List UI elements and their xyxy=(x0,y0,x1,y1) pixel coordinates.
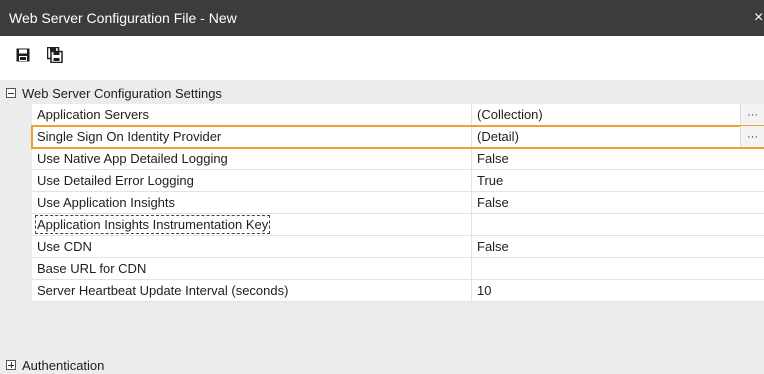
property-grid: Web Server Configuration Settings Applic… xyxy=(0,80,764,374)
ellipsis-button[interactable]: ··· xyxy=(740,126,764,147)
property-value[interactable]: (Collection) ··· xyxy=(472,104,764,125)
property-name: Single Sign On Identity Provider xyxy=(32,126,472,147)
property-row-server-heartbeat-update-interval[interactable]: Server Heartbeat Update Interval (second… xyxy=(32,280,764,302)
property-name: Use Native App Detailed Logging xyxy=(32,148,472,169)
save-icon xyxy=(16,48,30,62)
expand-icon[interactable] xyxy=(6,360,16,370)
property-row-application-servers[interactable]: Application Servers (Collection) ··· xyxy=(32,104,764,126)
save-as-icon xyxy=(47,47,63,63)
category-label: Web Server Configuration Settings xyxy=(22,85,222,101)
property-row-use-application-insights[interactable]: Use Application Insights False xyxy=(32,192,764,214)
save-as-button[interactable] xyxy=(44,44,66,66)
property-name: Use CDN xyxy=(32,236,472,257)
category-authentication[interactable]: Authentication xyxy=(0,354,764,374)
close-icon[interactable]: × xyxy=(754,9,764,27)
ellipsis-button[interactable]: ··· xyxy=(740,104,764,125)
property-row-base-url-for-cdn[interactable]: Base URL for CDN xyxy=(32,258,764,280)
property-value[interactable]: False xyxy=(472,192,764,213)
save-button[interactable] xyxy=(12,44,34,66)
window-title: Web Server Configuration File - New xyxy=(9,10,237,26)
property-value[interactable] xyxy=(472,214,764,235)
property-name: Use Application Insights xyxy=(32,192,472,213)
property-value[interactable]: (Detail) ··· xyxy=(472,126,764,147)
property-value[interactable] xyxy=(472,258,764,279)
toolbar xyxy=(0,36,764,74)
property-name: Base URL for CDN xyxy=(32,258,472,279)
property-name: Application Insights Instrumentation Key xyxy=(32,214,472,235)
property-value[interactable]: 10 xyxy=(472,280,764,301)
property-row-use-native-app-detailed-logging[interactable]: Use Native App Detailed Logging False xyxy=(32,148,764,170)
property-row-use-cdn[interactable]: Use CDN False xyxy=(32,236,764,258)
property-name: Use Detailed Error Logging xyxy=(32,170,472,191)
category-web-server-configuration-settings[interactable]: Web Server Configuration Settings xyxy=(0,82,764,104)
property-name: Application Servers xyxy=(32,104,472,125)
category-label: Authentication xyxy=(22,357,105,373)
property-row-single-sign-on-identity-provider[interactable]: Single Sign On Identity Provider (Detail… xyxy=(31,125,764,149)
property-row-use-detailed-error-logging[interactable]: Use Detailed Error Logging True xyxy=(32,170,764,192)
property-name: Server Heartbeat Update Interval (second… xyxy=(32,280,472,301)
title-bar: Web Server Configuration File - New × xyxy=(0,0,764,36)
property-value[interactable]: False xyxy=(472,236,764,257)
property-value[interactable]: True xyxy=(472,170,764,191)
property-value[interactable]: False xyxy=(472,148,764,169)
property-row-application-insights-instrumentation-key[interactable]: Application Insights Instrumentation Key xyxy=(32,214,764,236)
collapse-icon[interactable] xyxy=(6,88,16,98)
